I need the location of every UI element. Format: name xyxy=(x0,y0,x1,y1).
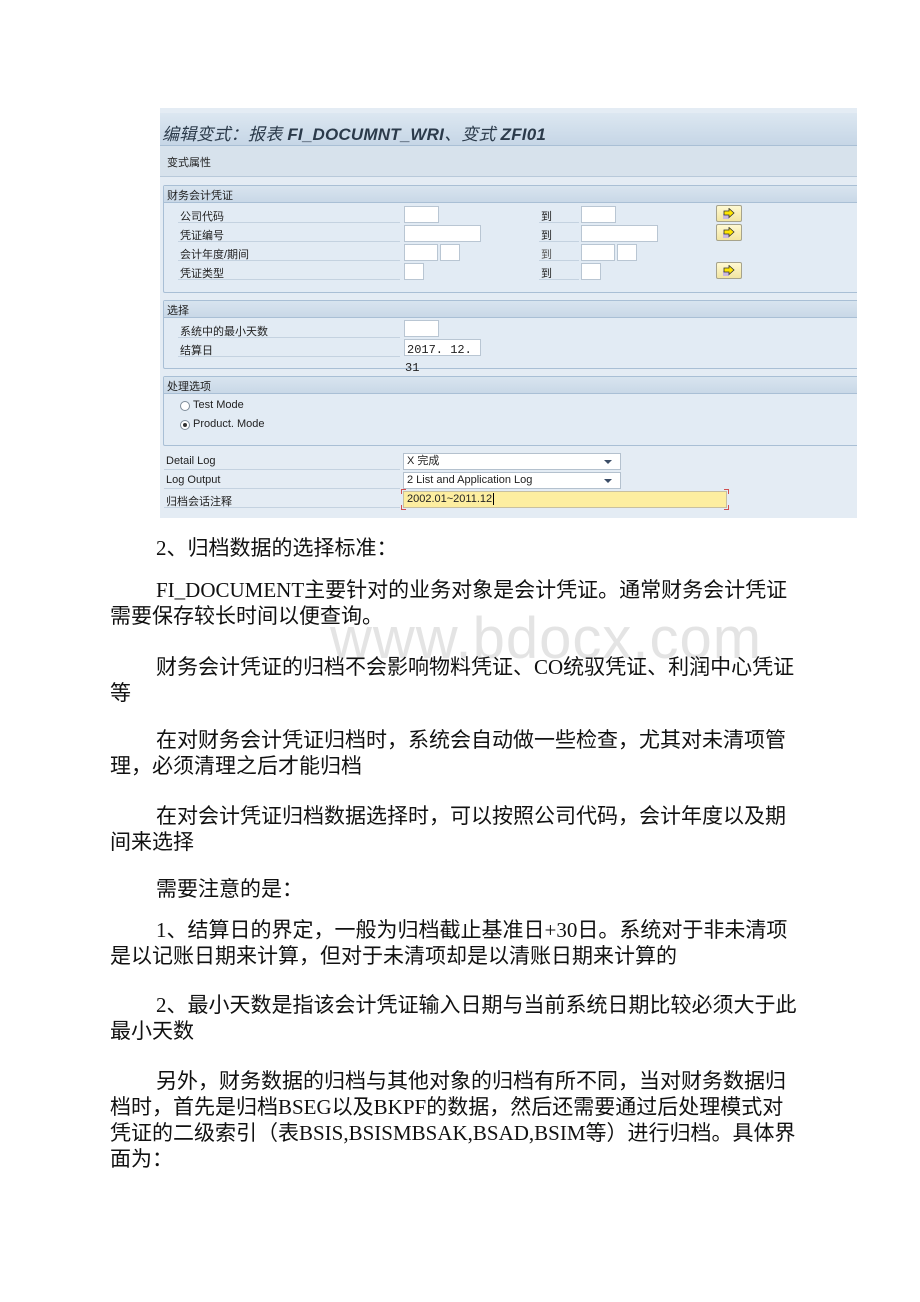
production-mode-label[interactable]: Product. Mode xyxy=(193,418,265,430)
company-code-to-input[interactable] xyxy=(581,206,616,223)
label-underline xyxy=(178,222,400,223)
arrow-right-icon xyxy=(723,265,735,276)
document-type-to-input[interactable] xyxy=(581,263,601,280)
company-code-from-input[interactable] xyxy=(404,206,439,223)
group-header: 选择 xyxy=(164,301,857,318)
group-selection: 选择 系统中的最小天数 结算日 2017. 12. 31 xyxy=(163,300,857,375)
required-marker xyxy=(724,505,729,510)
label-underline xyxy=(178,241,400,242)
period-from-input[interactable] xyxy=(440,244,460,261)
document-number-to-input[interactable] xyxy=(581,225,658,242)
period-to-input[interactable] xyxy=(617,244,637,261)
detail-log-dropdown[interactable]: X 完成 xyxy=(403,453,621,470)
paragraph: 在对财务会计凭证归档时，系统会自动做一些检查，尤其对未清项管理，必须清理之后才能… xyxy=(110,728,786,778)
application-toolbar: 变式属性 xyxy=(160,146,857,177)
document-type-from-input[interactable] xyxy=(404,263,424,280)
screen-title-bar: 编辑变式：报表 FI_DOCUMNT_WRI、变式 ZFI01 xyxy=(160,113,857,146)
label-underline xyxy=(178,279,400,280)
document-type-multiple-selection-button[interactable] xyxy=(716,262,742,279)
label-underline xyxy=(539,260,579,261)
production-mode-radio[interactable] xyxy=(180,420,190,430)
label-underline xyxy=(164,469,400,470)
variant-attributes-button[interactable]: 变式属性 xyxy=(167,154,211,170)
document-number-multiple-selection-button[interactable] xyxy=(716,224,742,241)
group-accounting-documents: 财务会计凭证 公司代码 到 凭证编号 到 会计年度/期间 到 凭证类型 到 xyxy=(163,185,857,293)
fiscal-year-to-input[interactable] xyxy=(581,244,615,261)
required-marker xyxy=(401,489,406,494)
paragraph: 另外，财务数据的归档与其他对象的归档有所不同，当对财务数据归档时，首先是归档BS… xyxy=(110,1069,796,1171)
section-heading: 2、归档数据的选择标准： xyxy=(156,536,398,560)
label-underline xyxy=(178,356,400,357)
key-date-input[interactable]: 2017. 12. 31 xyxy=(404,339,481,375)
paragraph: FI_DOCUMENT主要针对的业务对象是会计凭证。通常财务会计凭证需要保存较长… xyxy=(110,578,788,628)
sap-variant-screen: 编辑变式：报表 FI_DOCUMNT_WRI、变式 ZFI01 变式属性 财务会… xyxy=(160,108,857,518)
group-header: 处理选项 xyxy=(164,377,857,394)
company-code-multiple-selection-button[interactable] xyxy=(716,205,742,222)
test-mode-radio[interactable] xyxy=(180,401,190,411)
required-marker xyxy=(724,489,729,494)
label-underline xyxy=(539,279,579,280)
group-processing-options: 处理选项 Test Mode Product. Mode xyxy=(163,376,857,446)
arrow-right-icon xyxy=(723,227,735,238)
label-underline xyxy=(539,222,579,223)
label-underline xyxy=(178,260,400,261)
text-cursor xyxy=(493,493,495,506)
paragraph: 在对会计凭证归档数据选择时，可以按照公司代码，会计年度以及期间来选择 xyxy=(110,804,786,854)
paragraph: 需要注意的是： xyxy=(156,877,303,901)
chevron-down-icon xyxy=(604,479,612,483)
test-mode-label[interactable]: Test Mode xyxy=(193,399,244,411)
label-detail-log: Detail Log xyxy=(166,455,216,467)
screen-title: 编辑变式：报表 FI_DOCUMNT_WRI、变式 ZFI01 xyxy=(162,125,547,144)
label-underline xyxy=(164,488,400,489)
arrow-right-icon xyxy=(723,208,735,219)
label-underline xyxy=(178,337,400,338)
label-underline xyxy=(164,507,400,508)
label-underline xyxy=(539,241,579,242)
paragraph: 2、最小天数是指该会计凭证输入日期与当前系统日期比较必须大于此最小天数 xyxy=(110,993,797,1043)
group-header: 财务会计凭证 xyxy=(164,186,857,203)
required-marker xyxy=(401,505,406,510)
fiscal-year-from-input[interactable] xyxy=(404,244,438,261)
label-log-output: Log Output xyxy=(166,474,221,486)
log-output-dropdown[interactable]: 2 List and Application Log xyxy=(403,472,621,489)
document-number-from-input[interactable] xyxy=(404,225,481,242)
archive-session-note-input[interactable]: 2002.01~2011.12 xyxy=(401,489,729,510)
paragraph: 财务会计凭证的归档不会影响物料凭证、CO统驭凭证、利润中心凭证等 xyxy=(110,655,795,705)
min-days-input[interactable] xyxy=(404,320,439,337)
chevron-down-icon xyxy=(604,460,612,464)
paragraph: 1、结算日的界定，一般为归档截止基准日+30日。系统对于非未清项是以记账日期来计… xyxy=(110,918,788,968)
